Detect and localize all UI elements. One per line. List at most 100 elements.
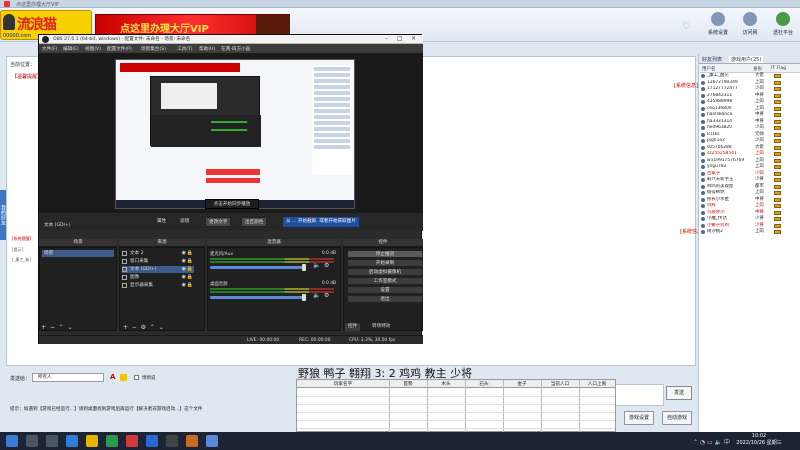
col-food: 首勢 [403,382,413,387]
send-button[interactable]: 发送 [666,386,692,400]
user-avatar-icon [701,223,705,228]
user-rows: _康工_醒茫 大佬 13672790349 上岗 17127772477 少岗 276842… [699,73,800,236]
menu-help[interactable]: 帮助(H) [199,46,215,52]
properties-button[interactable]: 属性 [154,217,169,227]
heart-icon[interactable]: ♡ [682,22,692,32]
search-icon[interactable] [26,435,38,447]
fader-knob[interactable] [302,264,306,271]
maximize-icon[interactable]: □ [397,35,403,42]
eye-icon[interactable]: ◉ [182,266,186,273]
col-flag[interactable]: IT Flag [771,66,786,71]
app-icon[interactable] [146,435,158,447]
tray-icons[interactable]: ⌃ ◔ ▭ 🔈 中 [693,437,730,446]
menu-profile[interactable]: 配置文件(P) [107,46,132,52]
exit-button[interactable]: 退出 [347,295,423,303]
font-color-icon[interactable]: A [110,373,117,382]
clock[interactable]: 10:02 2022/10/26 星期三 [734,433,784,447]
gear-icon[interactable]: ⚙ [324,262,329,269]
table-row-line [297,404,615,405]
lock-icon[interactable]: 🔒 [187,274,193,281]
eye-icon[interactable]: ◉ [182,258,186,265]
obs-window[interactable]: OBS 27.0.1 (64-bit, windows) - 配置文件: 未命名… [38,34,423,344]
volume-fader[interactable] [210,296,306,299]
obs-source-toolbar: 文本 (GDI+) 属性 滤镜 更改文字 出区颜色 从 ... 开始截屏, 或者… [39,213,423,231]
lock-icon[interactable]: 🔒 [187,266,193,273]
message-input[interactable] [614,384,664,406]
start-recording-button[interactable]: 开始录制 [347,259,423,267]
edge-icon[interactable] [66,435,78,447]
speaker-icon[interactable]: 🔈 [313,262,320,269]
platform-button[interactable]: 透社平台 [769,12,797,36]
emoji-icon[interactable] [120,374,127,381]
user-flag-icon [774,93,781,98]
table-divider [579,380,580,433]
tab-friends[interactable]: 好友列表 [702,56,722,63]
source-add-icon[interactable]: + − ⚙ ⌃ ⌄ [123,323,164,333]
source-item[interactable]: 窗口采集 ◉ 🔒 [122,258,194,265]
lock-icon[interactable]: 🔒 [187,250,193,257]
user-flag-icon [774,217,781,221]
send-target-select[interactable]: 所有人 [32,373,104,382]
fader-knob[interactable] [302,294,306,301]
app-icon[interactable] [206,435,218,447]
menu-extra[interactable]: 在两-四方小画 [221,46,250,52]
scene-add-icon[interactable]: + − ⌃ ⌄ [41,323,73,333]
speaker-icon[interactable]: 🔈 [313,292,320,299]
whisper-checkbox[interactable] [134,375,139,380]
obs-preview[interactable]: 点击开始同步播放 [39,53,423,213]
table-row-line [297,428,615,429]
gear-icon[interactable]: ⚙ [324,292,329,299]
eye-icon[interactable]: ◉ [182,274,186,281]
lock-icon[interactable]: 🔒 [187,282,193,289]
system-settings-button[interactable]: 系统设置 [704,12,732,36]
logo-text: 流浪猫 [17,17,57,33]
app-icon[interactable] [126,435,138,447]
source-name: 文本 (GDI+) [130,267,157,272]
col-role[interactable]: 身份 [753,66,762,72]
eye-icon[interactable]: ◉ [182,282,186,289]
chat-message: [提示] [12,247,24,252]
menu-view[interactable]: 视图(V) [85,46,101,52]
tab-controls[interactable]: 控件 [345,323,361,331]
filters-button[interactable]: 滤镜 [177,217,192,227]
volume-fader[interactable] [210,266,306,269]
menu-edit[interactable]: 编辑(E) [63,46,79,52]
mixer-channel-name: 桌面音频 [210,282,228,287]
start-icon[interactable] [6,435,18,447]
menu-scene-collection[interactable]: 场景集合(S) [141,46,166,52]
game-taskbar-icon[interactable] [186,435,198,447]
source-item[interactable]: 显示器采集 ◉ 🔒 [122,282,194,289]
user-flag-icon [774,158,781,163]
visit-site-button[interactable]: 访问网 [736,12,764,36]
tab-game-users[interactable]: 游戏用户(25) [729,56,764,63]
user-row[interactable]: 硕沙桃2 上岗 [699,229,800,236]
color-button[interactable]: 出区颜色 [241,217,268,227]
tab-transitions[interactable]: 转场特效 [369,323,393,331]
folder-icon[interactable] [86,435,98,447]
source-item[interactable]: 文本 (GDI+) ◉ 🔒 [122,266,194,273]
obs-taskbar-icon[interactable] [166,435,178,447]
auto-game-button[interactable]: 自动游戏 [662,411,692,425]
table-divider [465,380,466,433]
source-item[interactable]: 文本 2 ◉ 🔒 [122,250,194,257]
col-username[interactable]: 用户名 [702,66,716,72]
settings-button[interactable]: 设置 [347,286,423,294]
minimize-icon[interactable]: – [385,35,388,42]
close-icon[interactable]: × [411,35,416,42]
menu-tools[interactable]: 工具(T) [177,46,193,52]
taskview-icon[interactable] [46,435,58,447]
change-text-button[interactable]: 更改文字 [205,217,232,227]
scene-item[interactable]: 场景 [42,250,114,257]
nested-preview [161,83,217,109]
browser-icon[interactable] [106,435,118,447]
source-item[interactable]: 图像 ◉ 🔒 [122,274,194,281]
stop-stream-button[interactable]: 停止推流 [347,250,423,258]
source-type-icon [122,267,127,272]
virtual-camera-button[interactable]: 启动虚拟摄像机 [347,268,423,276]
eye-icon[interactable]: ◉ [182,250,186,257]
studio-mode-button[interactable]: 工作室模式 [347,277,423,285]
game-settings-button[interactable]: 游戏设置 [624,411,654,425]
dock-scenes-header: 场景 [39,239,117,247]
lock-icon[interactable]: 🔒 [187,258,193,265]
menu-file[interactable]: 文件(F) [42,46,57,52]
